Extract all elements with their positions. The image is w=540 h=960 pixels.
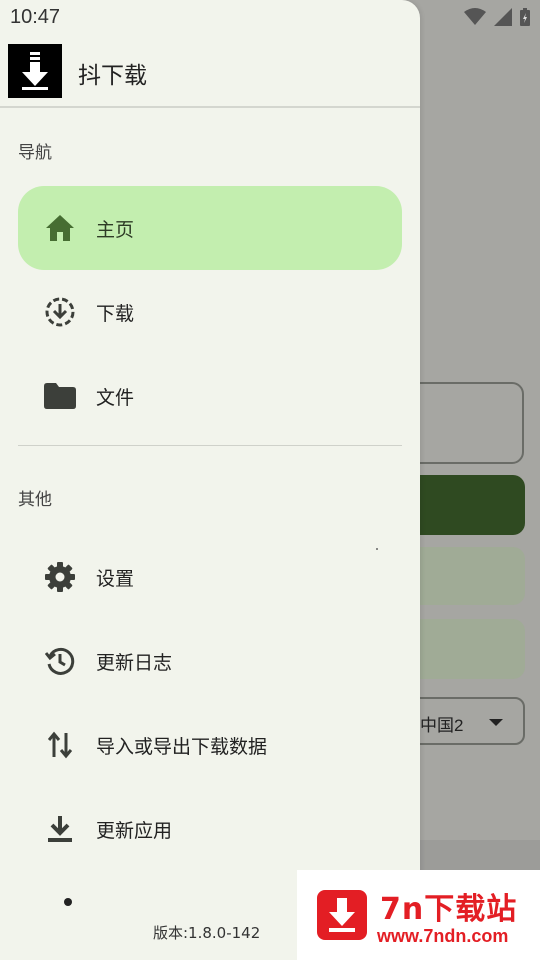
- navigation-drawer: 抖下载 导航 主页 下载 文件 其他 设置 更新日志 导入或导出下载数据 更新应…: [0, 0, 420, 960]
- nav-item-label: 设置: [96, 567, 135, 590]
- nav-item-label: 主页: [96, 218, 135, 241]
- watermark-logo: [317, 890, 367, 940]
- version-text: 版本:1.8.0-142: [153, 924, 261, 942]
- background-bottom-bar: [420, 840, 540, 870]
- site-watermark: 7n下载站 www.7ndn.com: [297, 870, 540, 960]
- section-label-other: 其他: [18, 490, 52, 510]
- watermark-title: 7n下载站: [380, 892, 518, 927]
- home-icon: [44, 212, 76, 244]
- nav-item-label: 更新日志: [96, 651, 173, 674]
- nav-item-label: 下载: [96, 302, 135, 325]
- watermark-url: www.7ndn.com: [377, 926, 509, 946]
- background-tertiary-button: [404, 619, 525, 679]
- folder-icon: [44, 380, 76, 412]
- section-divider: [18, 445, 402, 446]
- nav-item-home[interactable]: 主页: [18, 186, 402, 270]
- app-title: 抖下载: [78, 63, 147, 89]
- section-label-navigation: 导航: [18, 143, 52, 163]
- history-icon: [44, 645, 76, 677]
- nav-item-label: 文件: [96, 386, 135, 409]
- background-input-field: [404, 382, 524, 464]
- background-primary-button: [404, 475, 525, 535]
- download-circle-icon: [44, 296, 76, 328]
- wifi-icon: [464, 8, 486, 25]
- signal-icon: [494, 8, 512, 26]
- nav-item-download[interactable]: 下载: [18, 270, 402, 354]
- import-export-icon: [44, 729, 76, 761]
- caret-down-icon: [489, 719, 503, 726]
- download-tray-icon: [44, 813, 76, 845]
- nav-item-changelog[interactable]: 更新日志: [18, 619, 402, 703]
- nav-item-label: 导入或导出下载数据: [96, 735, 268, 758]
- download-arrow-icon: [329, 898, 355, 932]
- app-logo: [8, 44, 62, 98]
- download-arrow-icon: [22, 52, 48, 90]
- partial-icon: [64, 898, 72, 906]
- nav-item-files[interactable]: 文件: [18, 354, 402, 438]
- nav-item-update-app[interactable]: 更新应用: [18, 787, 402, 871]
- nav-item-import-export[interactable]: 导入或导出下载数据: [18, 703, 402, 787]
- gear-icon: [44, 561, 76, 593]
- nav-item-settings[interactable]: 设置: [18, 535, 402, 619]
- background-region-select: 中国2: [404, 697, 525, 745]
- background-select-value: 中国2: [420, 716, 464, 735]
- battery-charging-icon: [520, 8, 530, 26]
- header-divider: [0, 106, 420, 108]
- nav-item-label: 更新应用: [96, 819, 173, 842]
- status-icons: [464, 8, 530, 26]
- background-secondary-button: [404, 547, 525, 605]
- status-time: 10:47: [10, 6, 61, 28]
